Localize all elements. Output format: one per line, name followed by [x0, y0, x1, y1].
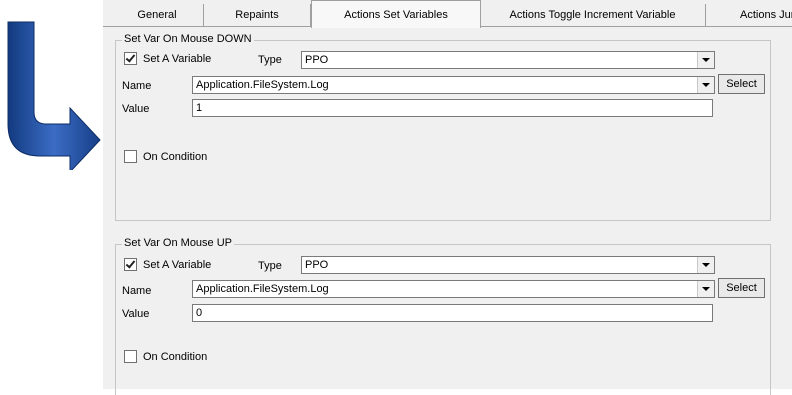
tab-repaints[interactable]: Repaints	[204, 4, 311, 26]
set-variable-checkbox-down[interactable]: Set A Variable	[124, 52, 211, 65]
set-variable-label: Set A Variable	[143, 258, 212, 271]
tab-label: Actions Toggle Increment Variable	[509, 9, 676, 21]
type-value: PPO	[305, 259, 329, 271]
chevron-down-icon[interactable]	[697, 52, 714, 68]
name-label: Name	[122, 80, 152, 92]
on-condition-label: On Condition	[143, 350, 208, 363]
chevron-down-icon[interactable]	[697, 281, 714, 297]
properties-panel: General Repaints Actions Set Variables A…	[103, 0, 792, 395]
type-combo-down[interactable]: PPO	[301, 51, 715, 69]
mouse-down-legend: Set Var On Mouse DOWN	[122, 33, 254, 45]
select-button-up[interactable]: Select	[718, 278, 765, 298]
type-label: Type	[258, 54, 282, 66]
checkbox-unchecked-icon	[124, 150, 137, 163]
type-value: PPO	[305, 54, 329, 66]
value-text: 0	[196, 307, 203, 319]
value-input-down[interactable]: 1	[192, 99, 713, 117]
mouse-down-group: Set Var On Mouse DOWN Set A Variable Typ…	[115, 33, 771, 221]
checkbox-checked-icon	[124, 52, 137, 65]
mouse-up-legend: Set Var On Mouse UP	[122, 237, 235, 249]
tab-actions-toggle-increment-variable[interactable]: Actions Toggle Increment Variable	[480, 4, 706, 26]
name-combo-up[interactable]: Application.FileSystem.Log	[192, 280, 715, 298]
tab-strip: General Repaints Actions Set Variables A…	[103, 0, 792, 28]
tab-actions-set-variables[interactable]: Actions Set Variables	[311, 0, 481, 28]
name-value: Application.FileSystem.Log	[196, 79, 329, 91]
type-combo-up[interactable]: PPO	[301, 256, 715, 274]
on-condition-checkbox-up[interactable]: On Condition	[124, 350, 207, 363]
chevron-down-icon[interactable]	[697, 257, 714, 273]
tab-label: Repaints	[235, 9, 279, 21]
name-combo-down[interactable]: Application.FileSystem.Log	[192, 76, 715, 94]
set-variable-checkbox-up[interactable]: Set A Variable	[124, 258, 211, 271]
pointer-arrow-icon	[7, 21, 101, 170]
value-input-up[interactable]: 0	[192, 304, 713, 322]
on-condition-label: On Condition	[143, 150, 208, 163]
select-button-down[interactable]: Select	[718, 74, 765, 94]
value-label: Value	[122, 103, 150, 115]
value-label: Value	[122, 308, 150, 320]
value-text: 1	[196, 102, 203, 114]
tab-general[interactable]: General	[111, 4, 204, 26]
tab-actions-jur[interactable]: Actions Jur	[706, 4, 792, 26]
tab-label: Actions Set Variables	[344, 8, 448, 21]
name-label: Name	[122, 285, 152, 297]
tab-label: Actions Jur	[740, 9, 792, 21]
tab-label: General	[137, 9, 177, 21]
name-value: Application.FileSystem.Log	[196, 283, 329, 295]
mouse-up-group: Set Var On Mouse UP Set A Variable Type …	[115, 237, 771, 395]
checkbox-unchecked-icon	[124, 350, 137, 363]
checkbox-checked-icon	[124, 258, 137, 271]
type-label: Type	[258, 260, 282, 272]
set-variable-label: Set A Variable	[143, 52, 212, 65]
on-condition-checkbox-down[interactable]: On Condition	[124, 150, 207, 163]
chevron-down-icon[interactable]	[697, 77, 714, 93]
